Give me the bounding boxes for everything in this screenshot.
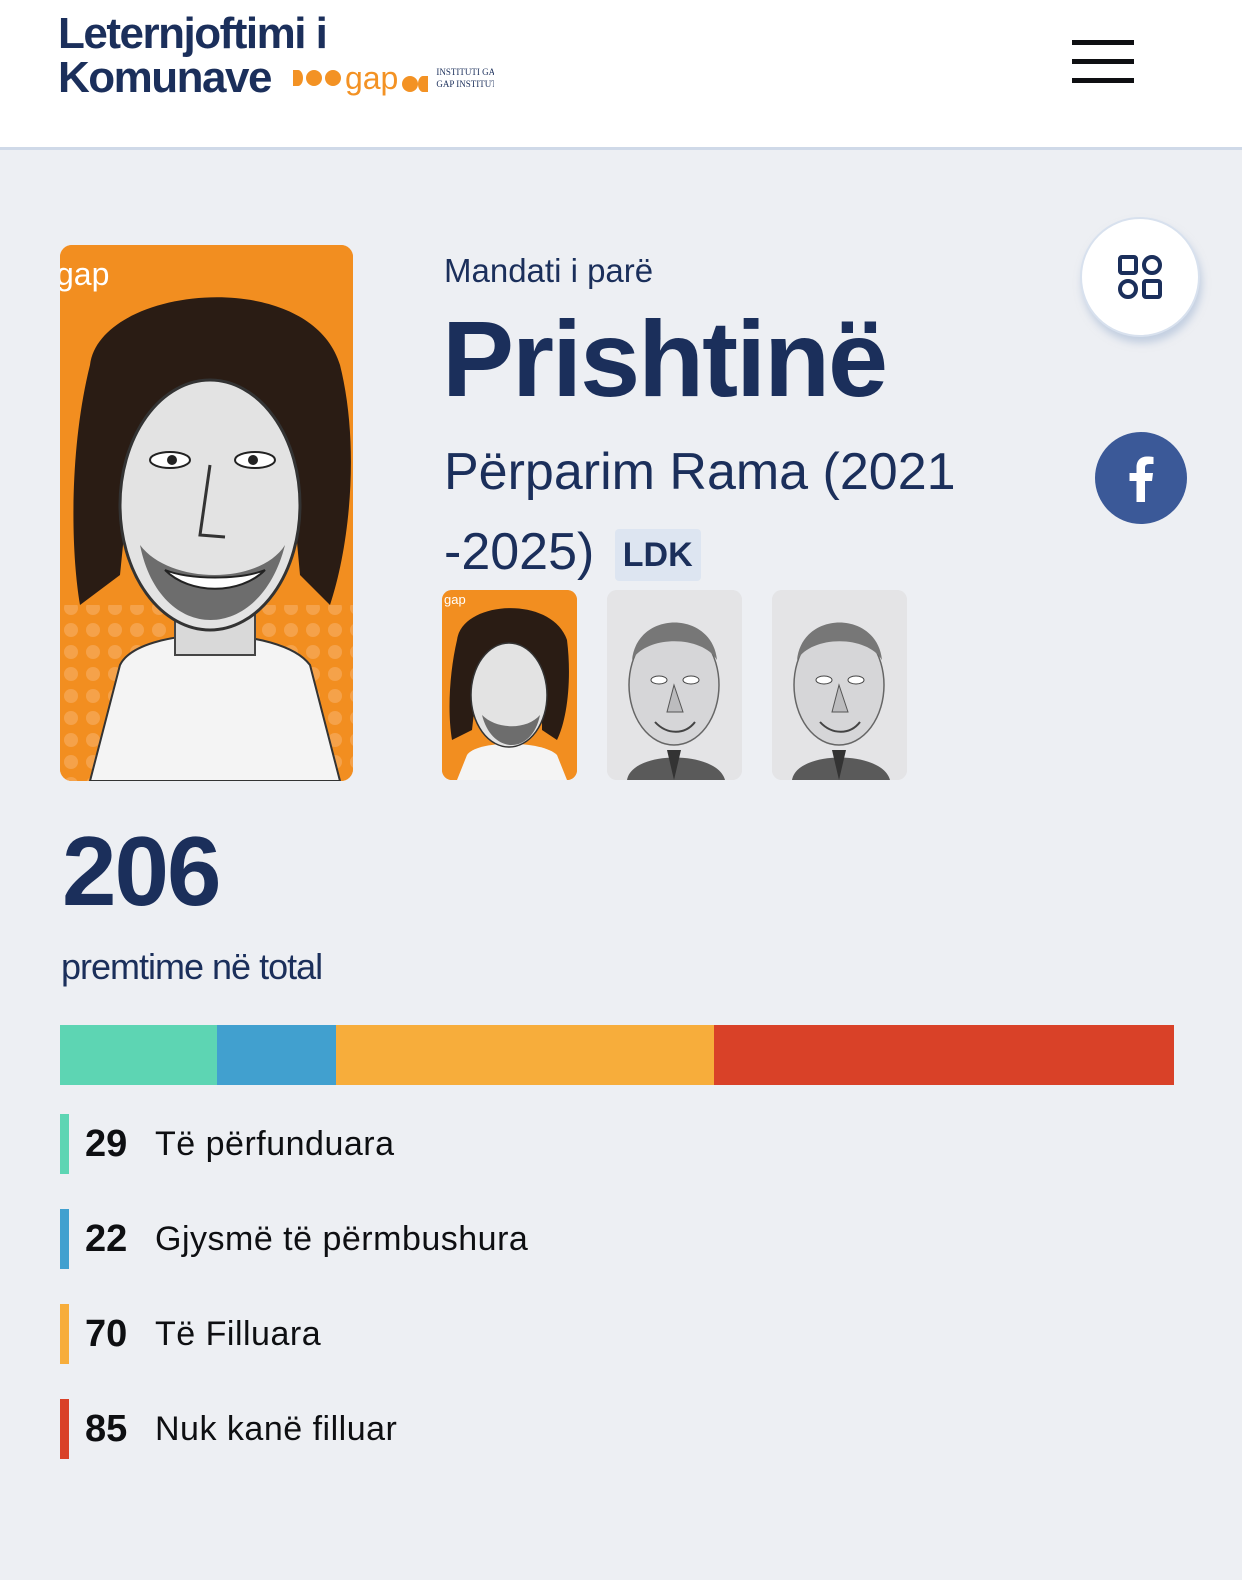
mayor-portrait: gap	[60, 245, 353, 781]
svg-text:gap: gap	[444, 592, 466, 607]
legend-color-bar	[60, 1209, 69, 1269]
city-title: Prishtinë	[442, 298, 888, 419]
logo-title-line2: Komunave gap INSTITUTI GA GAP INSTITUT	[58, 56, 494, 100]
grid-view-button[interactable]	[1080, 217, 1200, 337]
portrait-caricature: gap	[60, 245, 353, 781]
legend-label: Të përfunduara	[155, 1124, 395, 1163]
site-logo[interactable]: Leternjoftimi i Komunave gap INSTITUTI G…	[58, 12, 494, 100]
svg-text:gap: gap	[60, 256, 109, 292]
gap-dots-left	[292, 70, 341, 86]
progress-segment-not-started	[714, 1025, 1174, 1085]
legend-item-completed[interactable]: 29 Të përfunduara	[60, 1114, 528, 1174]
facebook-icon	[1129, 456, 1154, 502]
total-promises-count: 206	[62, 816, 222, 926]
legend-count: 22	[85, 1217, 128, 1260]
gap-dots-right	[402, 56, 429, 100]
grid-icon	[1118, 255, 1162, 299]
legend-count: 70	[85, 1312, 128, 1355]
legend-item-started[interactable]: 70 Të Filluara	[60, 1304, 528, 1364]
mayor-name-block: Përparim Rama (2021 -2025) LDK	[444, 432, 1034, 592]
legend-item-half[interactable]: 22 Gjysmë të përmbushura	[60, 1209, 528, 1269]
legend-color-bar	[60, 1399, 69, 1459]
legend-item-not-started[interactable]: 85 Nuk kanë filluar	[60, 1399, 528, 1459]
gap-institute-line1: INSTITUTI GA	[436, 67, 495, 77]
logo-title-line1: Leternjoftimi i	[58, 9, 328, 58]
gap-logo-text: gap	[344, 60, 399, 96]
progress-segment-half	[216, 1025, 336, 1085]
legend-label: Gjysmë të përmbushura	[155, 1219, 529, 1258]
progress-segment-completed	[60, 1025, 217, 1085]
legend-label: Nuk kanë filluar	[155, 1409, 398, 1448]
total-promises-label: premtime në total	[61, 946, 323, 987]
gap-institute-line2: GAP INSTITUT	[436, 79, 495, 89]
gap-logo: gap INSTITUTI GA GAP INSTITUT	[292, 56, 494, 100]
gap-institute-text: INSTITUTI GA GAP INSTITUT	[436, 66, 494, 90]
mandate-thumbnails: gap	[442, 590, 907, 780]
logo-title-line2-text: Komunave	[58, 53, 272, 102]
facebook-share-button[interactable]	[1095, 432, 1187, 524]
legend-count: 85	[85, 1407, 128, 1450]
promises-progress-bar	[60, 1025, 1174, 1085]
thumbnail-previous-mandate-1[interactable]	[607, 590, 742, 780]
thumbnail-previous-mandate-2[interactable]	[772, 590, 907, 780]
mandate-label: Mandati i parë	[444, 252, 654, 289]
site-header: Leternjoftimi i Komunave gap INSTITUTI G…	[0, 0, 1242, 150]
thumbnail-current-mandate[interactable]: gap	[442, 590, 577, 780]
legend-count: 29	[85, 1122, 128, 1165]
legend-label: Të Filluara	[155, 1314, 322, 1353]
progress-segment-started	[335, 1025, 715, 1085]
party-badge: LDK	[614, 529, 701, 582]
legend-color-bar	[60, 1304, 69, 1364]
legend-color-bar	[60, 1114, 69, 1174]
hamburger-icon[interactable]	[1072, 40, 1134, 84]
status-legend: 29 Të përfunduara 22 Gjysmë të përmbushu…	[60, 1114, 528, 1494]
